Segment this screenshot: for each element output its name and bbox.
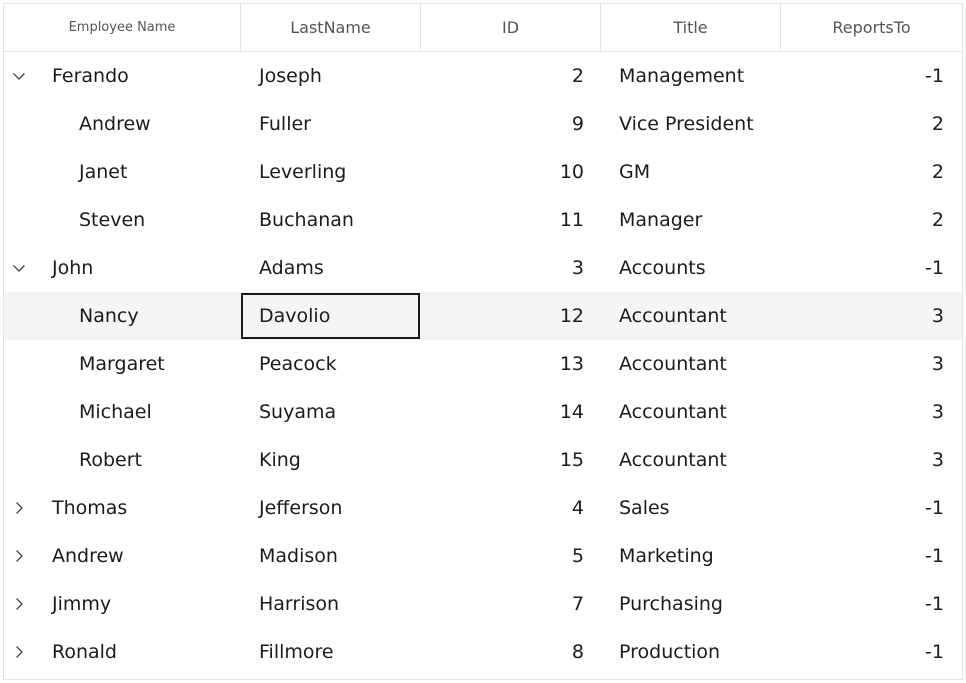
chevron-right-icon[interactable] [8, 532, 30, 580]
column-header-reportsto[interactable]: ReportsTo [781, 4, 962, 51]
id-cell[interactable]: 8 [421, 628, 601, 676]
reportsto-cell[interactable]: -1 [781, 244, 962, 292]
tree-grid[interactable]: Employee Name LastName ID Title ReportsT… [3, 3, 963, 680]
reportsto-cell[interactable]: 2 [781, 148, 962, 196]
employee-name-cell[interactable]: Andrew [79, 100, 241, 148]
reportsto-cell[interactable]: -1 [781, 580, 962, 628]
table-row[interactable]: Andrew Fuller 9 Vice President 2 [4, 100, 962, 148]
id-cell[interactable]: 14 [421, 388, 601, 436]
employee-name-cell[interactable]: Michael [79, 388, 241, 436]
title-cell[interactable]: Accountant [619, 388, 781, 436]
id-cell[interactable]: 10 [421, 148, 601, 196]
reportsto-cell[interactable]: 3 [781, 388, 962, 436]
chevron-down-icon[interactable] [8, 52, 30, 100]
title-cell[interactable]: Accounts [619, 244, 781, 292]
reportsto-cell[interactable]: -1 [781, 52, 962, 100]
title-cell[interactable]: Production [619, 628, 781, 676]
lastname-cell[interactable]: Adams [259, 244, 419, 292]
table-row[interactable]: Thomas Jefferson 4 Sales -1 [4, 484, 962, 532]
employee-name-cell[interactable]: Steven [79, 196, 241, 244]
title-cell[interactable]: Vice President [619, 100, 781, 148]
title-cell[interactable]: Accountant [619, 340, 781, 388]
lastname-cell[interactable]: Harrison [259, 580, 419, 628]
lastname-cell[interactable]: Fuller [259, 100, 419, 148]
table-row[interactable]: Robert King 15 Accountant 3 [4, 436, 962, 484]
reportsto-cell[interactable]: -1 [781, 532, 962, 580]
table-row[interactable]: Nancy Davolio 12 Accountant 3 [4, 292, 962, 340]
table-row[interactable]: Ferando Joseph 2 Management -1 [4, 52, 962, 100]
table-row[interactable]: Steven Buchanan 11 Manager 2 [4, 196, 962, 244]
chevron-right-icon[interactable] [8, 580, 30, 628]
lastname-cell[interactable]: Fillmore [259, 628, 419, 676]
lastname-cell[interactable]: Suyama [259, 388, 419, 436]
id-cell[interactable]: 13 [421, 340, 601, 388]
id-cell[interactable]: 12 [421, 292, 601, 340]
title-cell[interactable]: Management [619, 52, 781, 100]
reportsto-cell[interactable]: 2 [781, 100, 962, 148]
column-header-lastname[interactable]: LastName [241, 4, 421, 51]
column-header-title[interactable]: Title [601, 4, 781, 51]
title-cell[interactable]: GM [619, 148, 781, 196]
column-header-row: Employee Name LastName ID Title ReportsT… [4, 4, 962, 52]
reportsto-cell[interactable]: 3 [781, 340, 962, 388]
column-header-employee-name[interactable]: Employee Name [4, 4, 241, 51]
title-cell[interactable]: Sales [619, 484, 781, 532]
title-cell[interactable]: Marketing [619, 532, 781, 580]
chevron-right-icon[interactable] [8, 484, 30, 532]
employee-name-cell[interactable]: Janet [79, 148, 241, 196]
table-row[interactable]: Ronald Fillmore 8 Production -1 [4, 628, 962, 676]
employee-name-cell[interactable]: Andrew [52, 532, 241, 580]
id-cell[interactable]: 2 [421, 52, 601, 100]
table-row[interactable]: Janet Leverling 10 GM 2 [4, 148, 962, 196]
employee-name-cell[interactable]: John [52, 244, 241, 292]
chevron-right-icon[interactable] [8, 628, 30, 676]
lastname-cell[interactable]: King [259, 436, 419, 484]
id-cell[interactable]: 9 [421, 100, 601, 148]
employee-name-cell[interactable]: Margaret [79, 340, 241, 388]
employee-name-cell[interactable]: Jimmy [52, 580, 241, 628]
reportsto-cell[interactable]: -1 [781, 484, 962, 532]
reportsto-cell[interactable]: 3 [781, 292, 962, 340]
reportsto-cell[interactable]: -1 [781, 628, 962, 676]
title-cell[interactable]: Manager [619, 196, 781, 244]
lastname-cell[interactable]: Madison [259, 532, 419, 580]
title-cell[interactable]: Accountant [619, 436, 781, 484]
employee-name-cell[interactable]: Ferando [52, 52, 241, 100]
lastname-cell[interactable]: Joseph [259, 52, 419, 100]
chevron-down-icon[interactable] [8, 244, 30, 292]
title-cell[interactable]: Purchasing [619, 580, 781, 628]
employee-name-cell[interactable]: Ronald [52, 628, 241, 676]
lastname-cell[interactable]: Buchanan [259, 196, 419, 244]
id-cell[interactable]: 15 [421, 436, 601, 484]
table-row[interactable]: Jimmy Harrison 7 Purchasing -1 [4, 580, 962, 628]
id-cell[interactable]: 4 [421, 484, 601, 532]
employee-name-cell[interactable]: Nancy [79, 292, 241, 340]
reportsto-cell[interactable]: 2 [781, 196, 962, 244]
id-cell[interactable]: 5 [421, 532, 601, 580]
employee-name-cell[interactable]: Robert [79, 436, 241, 484]
employee-name-cell[interactable]: Thomas [52, 484, 241, 532]
reportsto-cell[interactable]: 3 [781, 436, 962, 484]
title-cell[interactable]: Accountant [619, 292, 781, 340]
lastname-cell[interactable]: Leverling [259, 148, 419, 196]
table-row[interactable]: Michael Suyama 14 Accountant 3 [4, 388, 962, 436]
id-cell[interactable]: 11 [421, 196, 601, 244]
id-cell[interactable]: 3 [421, 244, 601, 292]
table-row[interactable]: Margaret Peacock 13 Accountant 3 [4, 340, 962, 388]
lastname-cell[interactable]: Jefferson [259, 484, 419, 532]
table-row[interactable]: John Adams 3 Accounts -1 [4, 244, 962, 292]
id-cell[interactable]: 7 [421, 580, 601, 628]
cell-focus-border [241, 293, 420, 339]
column-header-id[interactable]: ID [421, 4, 601, 51]
lastname-cell[interactable]: Peacock [259, 340, 419, 388]
table-row[interactable]: Andrew Madison 5 Marketing -1 [4, 532, 962, 580]
